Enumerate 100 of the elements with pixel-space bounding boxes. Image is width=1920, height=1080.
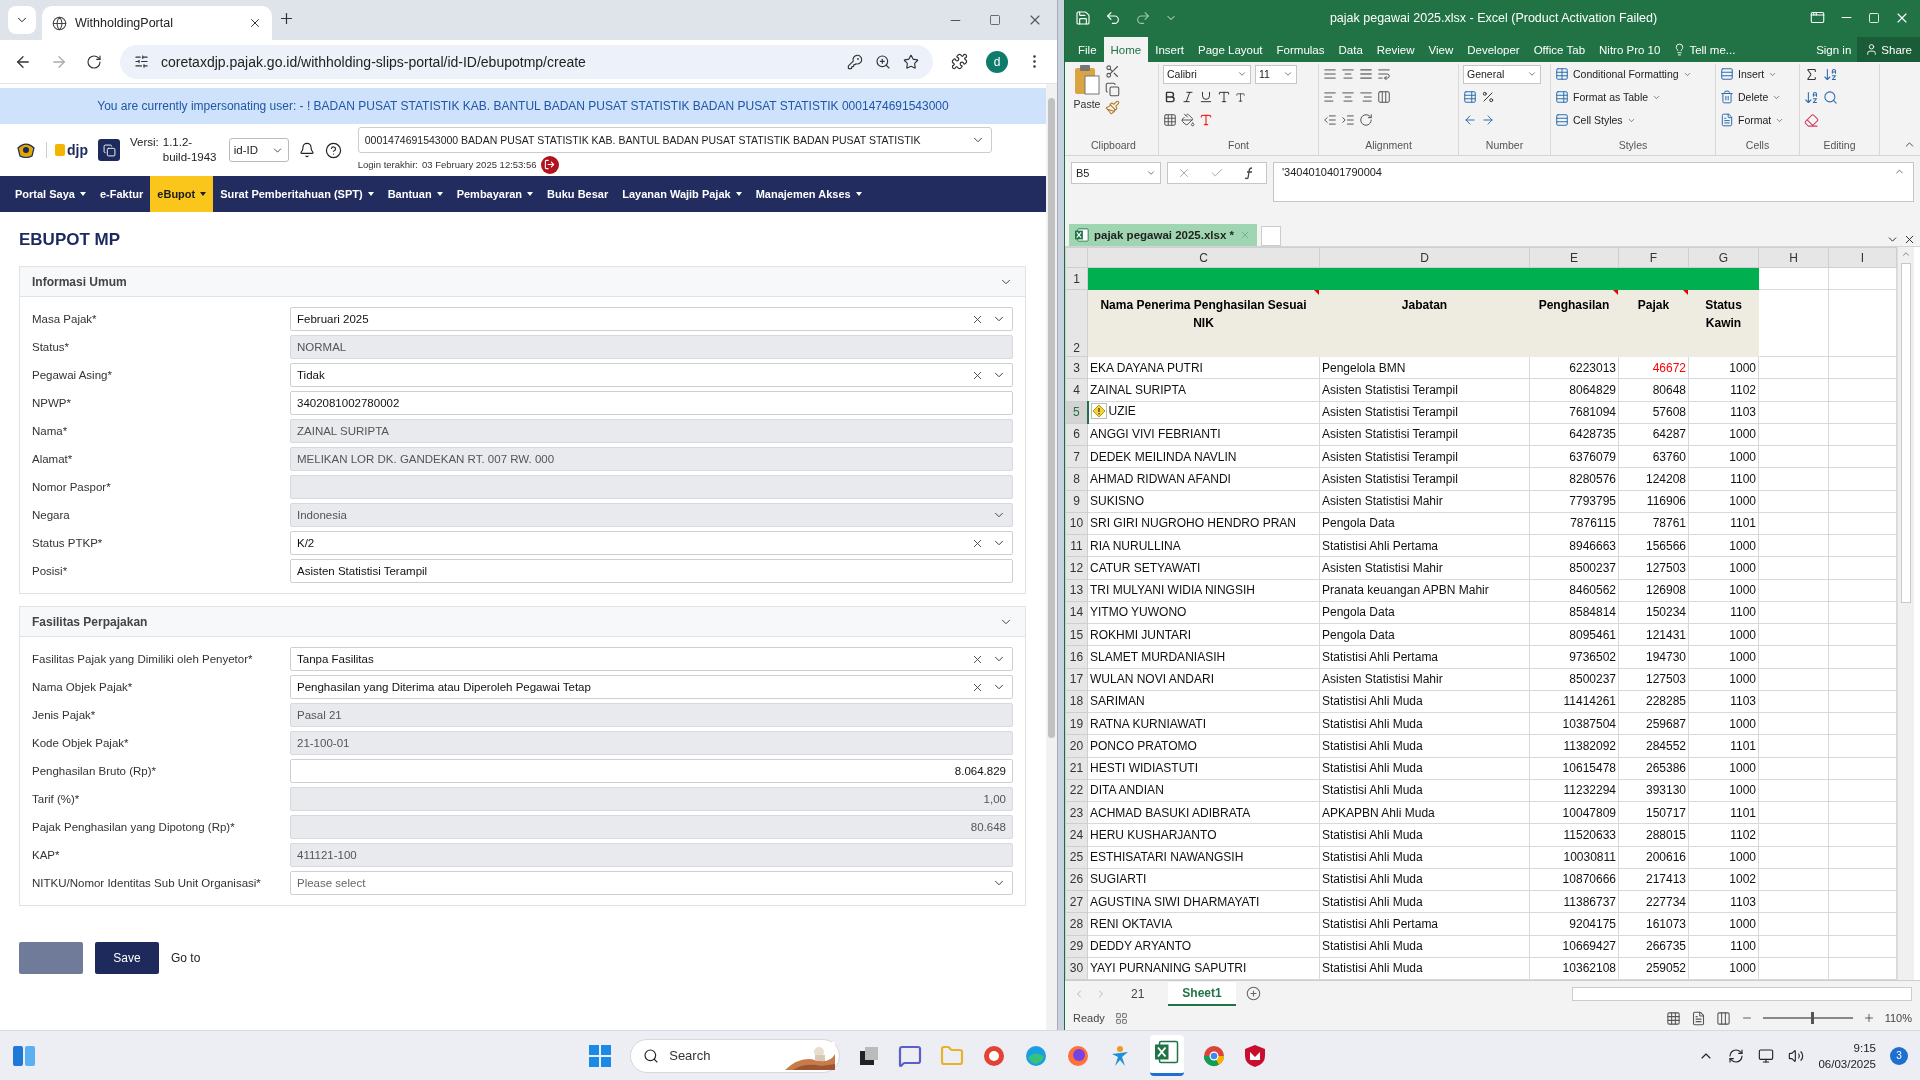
ribbon-tab[interactable]: Insert (1148, 37, 1191, 62)
align-left-icon[interactable] (1323, 90, 1337, 104)
row-header[interactable]: 19 (1065, 712, 1088, 735)
italic-icon[interactable] (1181, 90, 1195, 104)
language-select[interactable]: id-ID (228, 138, 289, 162)
star-icon[interactable] (903, 53, 919, 70)
top-align-icon[interactable] (1323, 67, 1337, 81)
row-header[interactable]: 23 (1065, 801, 1088, 824)
formula-field[interactable]: '3404010401790004 (1273, 162, 1914, 202)
styles-button[interactable]: Format as Table (1555, 87, 1711, 107)
row-header[interactable]: 25 (1065, 846, 1088, 869)
go-to-link[interactable]: Go to (171, 951, 201, 965)
font-size-select[interactable]: 11 (1255, 64, 1297, 84)
font-select[interactable]: Calibri (1163, 64, 1251, 84)
number-format-select[interactable]: General (1463, 64, 1541, 84)
row-header[interactable]: 15 (1065, 623, 1088, 646)
decrease-decimal-icon[interactable] (1463, 113, 1477, 127)
bell-icon[interactable] (298, 142, 315, 158)
ribbon-display-icon[interactable] (1810, 10, 1825, 25)
slider-thumb[interactable] (1810, 1012, 1814, 1024)
search-icon[interactable] (1823, 89, 1838, 105)
column-header[interactable]: I (1828, 247, 1897, 268)
sum-icon[interactable] (1804, 66, 1819, 82)
cells-button[interactable]: Insert (1720, 64, 1795, 84)
volume-icon[interactable] (1788, 1047, 1805, 1064)
row-header[interactable]: 29 (1065, 935, 1088, 958)
row-header[interactable]: 24 (1065, 823, 1088, 846)
ribbon-tab[interactable]: View (1421, 37, 1461, 62)
section-header[interactable]: Fasilitas Perpajakan (20, 607, 1025, 637)
increase-decimal-icon[interactable] (1481, 113, 1495, 127)
new-tab-icon[interactable] (278, 10, 295, 27)
row-header[interactable]: 22 (1065, 779, 1088, 802)
select-field[interactable]: Februari 2025 (290, 307, 1013, 331)
zoom-slider[interactable] (1762, 1012, 1853, 1024)
row-header[interactable]: 11 (1065, 534, 1088, 557)
row-header[interactable]: 10 (1065, 512, 1088, 535)
copy-icon[interactable] (1105, 82, 1120, 97)
indent-icon[interactable] (1341, 113, 1355, 127)
ribbon-tab[interactable]: Data (1331, 37, 1370, 62)
bottom-align-icon[interactable] (1359, 67, 1373, 81)
redo-icon[interactable] (1135, 9, 1151, 26)
share-button[interactable]: Share (1857, 37, 1920, 62)
scrollbar-thumb[interactable] (1048, 98, 1055, 738)
ribbon-tab[interactable]: Office Tab (1526, 37, 1593, 62)
styles-button[interactable]: Conditional Formatting (1555, 64, 1711, 84)
site-settings-icon[interactable] (134, 54, 149, 69)
app-switch-button[interactable] (98, 139, 120, 161)
row-header[interactable]: 18 (1065, 690, 1088, 713)
select-field[interactable]: Tanpa Fasilitas (290, 647, 1013, 671)
workbook-tab[interactable]: pajak pegawai 2025.xlsx * (1069, 224, 1257, 246)
input-field[interactable]: 3402081002780002 (290, 391, 1013, 415)
ribbon-tab[interactable]: Home (1103, 37, 1149, 62)
styles-button[interactable]: Cell Styles (1555, 110, 1711, 130)
search-field[interactable]: Search (630, 1038, 841, 1073)
format-painter-icon[interactable] (1105, 100, 1120, 115)
select-field[interactable]: K/2 (290, 531, 1013, 555)
tell-me-button[interactable]: Tell me... (1667, 37, 1742, 62)
add-sheet-icon[interactable] (1245, 986, 1261, 1001)
nav-item[interactable]: Layanan Wajib Pajak (615, 176, 749, 212)
edge-browser-icon[interactable] (1024, 1043, 1049, 1068)
chat-icon[interactable] (898, 1043, 923, 1068)
select-field[interactable]: Penghasilan yang Diterima atau Diperoleh Pegawai Tetap (290, 675, 1013, 699)
shrink-font-icon[interactable] (1235, 91, 1246, 103)
close-icon[interactable] (1903, 233, 1916, 246)
row-header[interactable]: 6 (1065, 423, 1088, 446)
ribbon-tab[interactable]: Nitro Pro 10 (1592, 37, 1668, 62)
nav-item[interactable]: eBupot (150, 176, 214, 212)
row-header[interactable]: 2 (1065, 289, 1088, 357)
cells-button[interactable]: Format (1720, 110, 1795, 130)
row-header[interactable]: 20 (1065, 734, 1088, 757)
task-view-icon[interactable] (858, 1044, 881, 1067)
row-header[interactable]: 4 (1065, 378, 1088, 401)
scrollbar-thumb[interactable] (1901, 263, 1911, 603)
input-field[interactable]: 8.064.829 (290, 759, 1013, 783)
sheet-tab[interactable]: 21 (1117, 981, 1159, 1006)
ribbon-tab[interactable]: File (1071, 37, 1104, 62)
key-icon[interactable] (847, 53, 863, 70)
row-header[interactable]: 28 (1065, 912, 1088, 935)
close-icon[interactable] (248, 16, 262, 30)
profile-avatar[interactable]: d (986, 50, 1008, 73)
nav-item[interactable]: Pembayaran (449, 176, 541, 212)
select-field[interactable]: Please select (290, 871, 1013, 895)
save-button[interactable]: Save (95, 942, 159, 974)
row-header[interactable]: 17 (1065, 668, 1088, 691)
nav-item[interactable]: e-Faktur (92, 176, 151, 212)
nav-item[interactable]: Bantuan (380, 176, 450, 212)
warning-icon[interactable] (1090, 402, 1107, 419)
input-field[interactable]: Asisten Statistisi Terampil (290, 559, 1013, 583)
row-header[interactable]: 13 (1065, 579, 1088, 602)
nav-item[interactable]: Surat Pemberitahuan (SPT) (213, 176, 381, 212)
percent-icon[interactable] (1481, 90, 1495, 104)
name-box[interactable]: B5 (1071, 162, 1161, 184)
row-header[interactable]: 5 (1065, 401, 1088, 424)
wrap-text-icon[interactable] (1377, 67, 1391, 81)
ribbon-tab[interactable]: Review (1369, 37, 1422, 62)
column-header[interactable]: D (1319, 247, 1530, 268)
ribbon-tab[interactable]: Page Layout (1191, 37, 1270, 62)
column-header[interactable]: H (1758, 247, 1829, 268)
zoom-icon[interactable] (875, 53, 891, 70)
outdent-icon[interactable] (1323, 113, 1337, 127)
